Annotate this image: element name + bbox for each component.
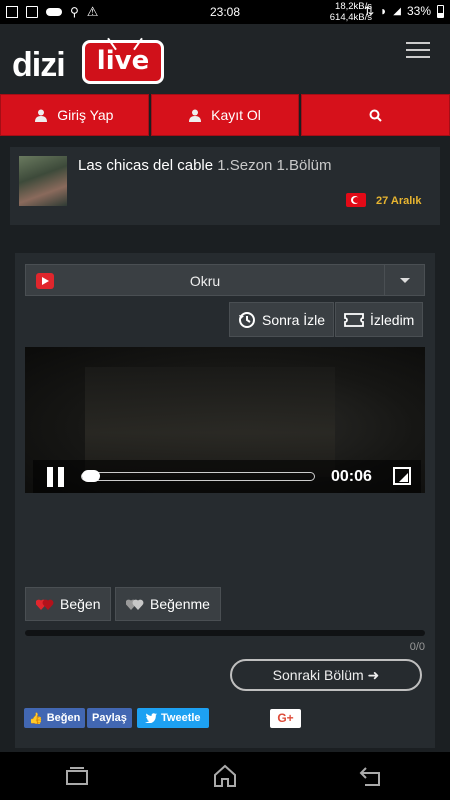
user-icon <box>35 109 48 122</box>
thumbs-up-icon: 👍 <box>29 712 43 725</box>
next-episode-button[interactable]: Sonraki Bölüm ➜ <box>230 659 422 691</box>
playback-time: 00:06 <box>331 468 372 485</box>
back-icon[interactable] <box>358 764 384 788</box>
tweet-label: Tweetle <box>161 712 201 724</box>
rating-counter: 0/0 <box>409 641 425 653</box>
seek-bar[interactable] <box>81 470 315 482</box>
history-icon <box>239 311 255 328</box>
battery-icon <box>437 4 444 18</box>
pause-icon[interactable] <box>47 467 65 487</box>
wifi-icon: ◗ <box>380 4 388 18</box>
status-bar: ⚲ ⚠ 23:08 18,2kB/s 614,4kB/s ⇅ ◗ ◢ 33% <box>0 0 450 24</box>
episode-date: 27 Aralık <box>376 195 422 207</box>
hamburger-menu-icon[interactable] <box>406 42 430 60</box>
logo-text-live: live <box>96 46 150 76</box>
show-thumbnail[interactable] <box>19 156 67 206</box>
like-button[interactable]: Beğen <box>25 587 112 621</box>
register-button[interactable]: Kayıt Ol <box>150 94 300 136</box>
fb-share-label: Paylaş <box>92 712 127 724</box>
login-button[interactable]: Giriş Yap <box>0 94 149 136</box>
twitter-bird-icon <box>145 713 157 723</box>
system-icons: ⇅ ◗ ◢ 33% <box>364 4 444 18</box>
source-label: Okru <box>189 273 221 289</box>
auth-nav: Giriş Yap Kayıt Ol <box>0 94 450 136</box>
watch-later-label: Sonra İzle <box>262 311 326 328</box>
site-header: dizi live <box>0 24 450 94</box>
hearts-gray-icon <box>126 599 144 610</box>
chevron-down-icon[interactable] <box>384 265 424 295</box>
seek-progress <box>82 470 100 482</box>
watch-later-button[interactable]: Sonra İzle <box>229 302 335 337</box>
rating-bar <box>25 630 425 636</box>
facebook-share-button[interactable]: Paylaş <box>87 708 132 728</box>
search-button[interactable] <box>301 94 450 136</box>
google-plus-button[interactable]: G+ <box>270 709 301 728</box>
user-icon <box>189 109 202 122</box>
search-icon <box>369 109 382 122</box>
turkish-flag-icon <box>346 193 366 207</box>
signal-icon: ⇅ <box>363 4 375 18</box>
player-controls: 00:06 <box>33 460 421 493</box>
hearts-red-icon <box>36 599 54 610</box>
watched-button[interactable]: İzledim <box>335 302 424 337</box>
watched-label: İzledim <box>370 311 415 328</box>
login-label: Giriş Yap <box>57 107 114 123</box>
dislike-button[interactable]: Beğenme <box>115 587 221 621</box>
facebook-like-button[interactable]: 👍 Beğen <box>24 708 86 728</box>
register-label: Kayıt Ol <box>211 107 261 123</box>
signal-strength-icon: ◢ <box>393 5 401 17</box>
fullscreen-icon[interactable] <box>393 467 411 485</box>
logo-text-dizi: dizi <box>12 46 66 84</box>
home-icon[interactable] <box>212 764 238 788</box>
dislike-label: Beğenme <box>150 596 210 612</box>
fb-like-label: Beğen <box>46 712 81 724</box>
show-title: Las chicas del cable <box>78 157 214 174</box>
like-label: Beğen <box>60 596 101 612</box>
ticket-icon <box>344 312 364 327</box>
recent-apps-icon[interactable] <box>64 764 90 788</box>
android-nav-bar <box>0 752 450 800</box>
next-episode-label: Sonraki Bölüm ➜ <box>272 666 380 683</box>
logo-tv-icon: live <box>82 37 164 84</box>
episode-title[interactable]: Las chicas del cable 1.Sezon 1.Bölüm <box>78 157 332 174</box>
player-panel: Okru Sonra İzle İzledim 00:06 Beğen Beğe… <box>15 253 435 748</box>
episode-info: 1.Sezon 1.Bölüm <box>217 157 332 174</box>
source-select[interactable]: Okru <box>25 264 425 296</box>
tweet-button[interactable]: Tweetle <box>137 708 209 728</box>
episode-card: Las chicas del cable 1.Sezon 1.Bölüm 27 … <box>10 147 440 225</box>
battery-percent: 33% <box>406 4 431 18</box>
video-player[interactable]: 00:06 <box>25 347 425 493</box>
